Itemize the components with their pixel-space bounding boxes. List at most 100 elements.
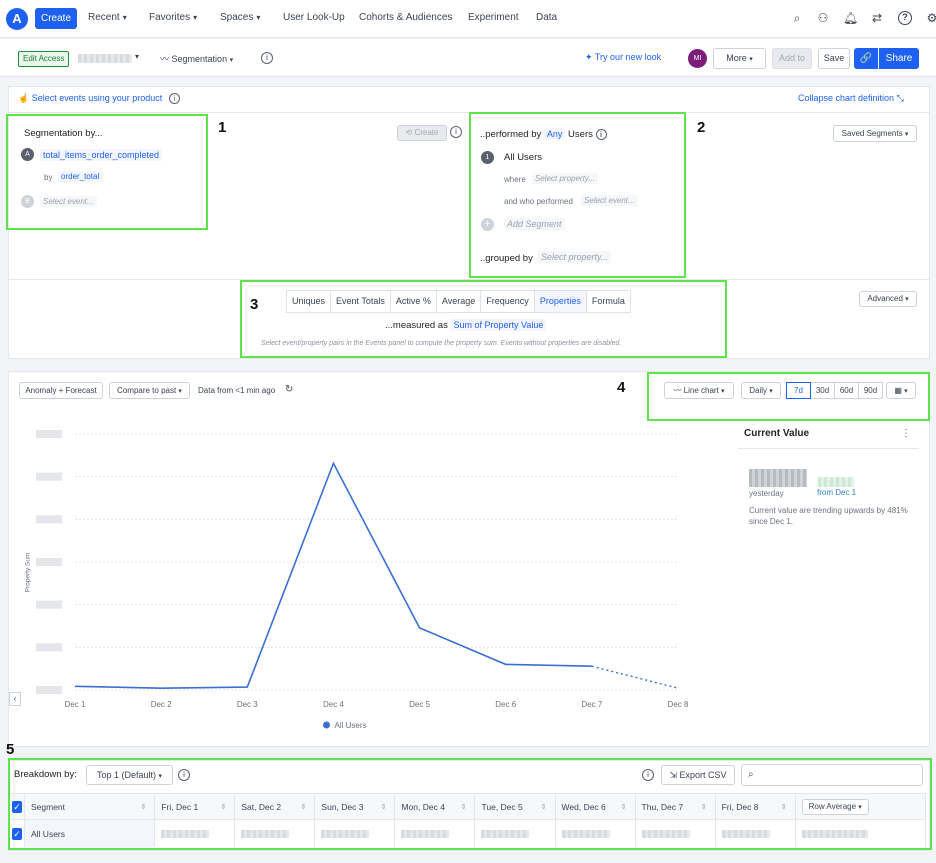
search-icon[interactable]: ⌕ — [790, 11, 804, 25]
segment-all-users[interactable]: All Users — [504, 152, 542, 163]
more-options-icon[interactable]: ⋮ — [901, 428, 911, 439]
column-header[interactable]: Segment ⇕ — [25, 794, 156, 819]
column-header[interactable]: Fri, Dec 8 ⇕ — [716, 794, 796, 819]
avatar[interactable]: MI — [688, 49, 707, 68]
tab-uniques[interactable]: Uniques — [286, 290, 332, 313]
link-icon[interactable]: 🔗 — [854, 48, 878, 69]
property-selector[interactable]: order_total — [58, 171, 103, 182]
export-csv-button[interactable]: ⇲ Export CSV — [661, 765, 735, 785]
sort-icon[interactable]: ⇕ — [541, 803, 547, 811]
create-event-button[interactable]: ⟲ Create — [397, 125, 447, 141]
nav-item-recent[interactable]: Recent ▾ — [88, 12, 127, 23]
saved-segments-button[interactable]: Saved Segments ▾ — [833, 125, 917, 142]
column-header[interactable]: Sun, Dec 3 ⇕ — [315, 794, 396, 819]
where-property-selector[interactable]: Select property... — [532, 173, 598, 184]
tab-event-totals[interactable]: Event Totals — [330, 290, 391, 313]
segment-cell: All Users — [25, 820, 156, 847]
report-name-redacted[interactable] — [78, 54, 132, 63]
info-icon[interactable]: i — [450, 126, 462, 138]
sort-icon[interactable]: ⇕ — [461, 803, 467, 811]
anomaly-forecast-button[interactable]: Anomaly + Forecast — [19, 382, 103, 399]
row-checkbox[interactable]: ✓ — [12, 827, 22, 840]
sort-icon[interactable]: ⇕ — [781, 803, 787, 811]
column-header[interactable]: Wed, Dec 6 ⇕ — [556, 794, 636, 819]
sort-icon[interactable]: ⇕ — [221, 803, 227, 811]
column-header[interactable]: Mon, Dec 4 ⇕ — [395, 794, 476, 819]
bell-icon[interactable]: 🔔︎ — [843, 11, 858, 25]
info-icon[interactable]: i — [261, 52, 273, 64]
calendar-button[interactable]: ▦ ▾ — [886, 382, 916, 399]
add-to-button[interactable]: Add to — [772, 48, 812, 69]
nav-item-experiment[interactable]: Experiment — [468, 12, 519, 23]
segmentation-menu[interactable]: 〰 Segmentation ▾ — [160, 52, 233, 65]
swap-icon[interactable]: ⇄ — [870, 11, 884, 25]
info-icon[interactable]: i — [178, 769, 190, 781]
amplitude-logo[interactable]: A — [6, 8, 28, 30]
edit-access-badge[interactable]: Edit Access — [18, 51, 70, 67]
value-redacted — [321, 829, 370, 838]
column-header[interactable]: Fri, Dec 1 ⇕ — [155, 794, 236, 819]
range-button-90d[interactable]: 90d — [858, 382, 883, 399]
hand-icon: ☝ — [18, 93, 30, 103]
tab-active-[interactable]: Active % — [389, 290, 437, 313]
column-header[interactable]: Row Average ▾ — [796, 794, 926, 819]
sort-icon[interactable]: ⇕ — [301, 803, 307, 811]
more-button[interactable]: More ▾ — [713, 48, 766, 69]
info-icon[interactable]: i — [642, 769, 654, 781]
chart-icon[interactable]: ⚇ — [816, 11, 830, 25]
grouped-by-selector[interactable]: Select property... — [538, 251, 612, 263]
info-icon[interactable]: i — [595, 129, 607, 140]
select-events-link[interactable]: ☝ Select events using your product i — [18, 93, 180, 104]
column-header[interactable]: Sat, Dec 2 ⇕ — [235, 794, 316, 819]
collapse-chart-definition[interactable]: Collapse chart definition ⤡ — [798, 93, 904, 104]
chevron-down-icon[interactable]: ▾ — [135, 52, 139, 61]
settings-icon[interactable]: ⚙ — [925, 11, 936, 25]
help-icon[interactable]: ? — [898, 11, 912, 25]
tab-average[interactable]: Average — [435, 290, 482, 313]
sort-icon[interactable]: ⇕ — [140, 803, 146, 811]
nav-item-favorites[interactable]: Favorites ▾ — [149, 12, 197, 23]
try-new-look-link[interactable]: ✦ Try our new look — [585, 52, 661, 63]
column-header[interactable]: Tue, Dec 5 ⇕ — [475, 794, 556, 819]
legend-label[interactable]: All Users — [335, 721, 367, 730]
create-button[interactable]: Create — [35, 8, 77, 29]
any-selector[interactable]: Any — [543, 128, 566, 140]
tab-properties[interactable]: Properties — [533, 290, 587, 313]
performed-event-selector[interactable]: Select event... — [581, 195, 638, 206]
range-button-7d[interactable]: 7d — [786, 382, 811, 399]
add-segment-button[interactable]: Add Segment — [504, 218, 565, 230]
range-button-30d[interactable]: 30d — [810, 382, 835, 399]
select-all-checkbox[interactable]: ✓ — [12, 800, 22, 813]
info-icon[interactable]: i — [168, 93, 180, 104]
tab-formula[interactable]: Formula — [585, 290, 631, 313]
sort-icon[interactable]: ⇕ — [381, 803, 387, 811]
advanced-button[interactable]: Advanced ▾ — [859, 291, 917, 307]
row-average-select[interactable]: Row Average ▾ — [801, 798, 869, 815]
compare-to-past-button[interactable]: Compare to past ▾ — [109, 382, 190, 399]
event-b-selector[interactable]: Select event... — [40, 196, 97, 207]
sort-icon[interactable]: ⇕ — [621, 803, 627, 811]
range-button-60d[interactable]: 60d — [834, 382, 859, 399]
column-header-label: Fri, Dec 8 — [721, 801, 759, 812]
refresh-icon[interactable]: ↻ — [285, 384, 293, 395]
event-a-selector[interactable]: total_items_order_completed — [40, 149, 163, 161]
sort-icon[interactable]: ⇕ — [701, 803, 707, 811]
breakdown-search-input[interactable]: ⌕ — [741, 764, 923, 786]
measured-as-selector[interactable]: Sum of Property Value — [450, 319, 547, 331]
breakdown-top-select[interactable]: Top 1 (Default) ▾ — [86, 765, 173, 785]
create-event-label: Create — [414, 128, 439, 137]
add-icon[interactable]: + — [481, 218, 494, 231]
save-button[interactable]: Save — [818, 48, 850, 69]
and-who-performed-label: and who performed — [504, 197, 573, 206]
column-header[interactable]: Thu, Dec 7 ⇕ — [636, 794, 716, 819]
interval-select[interactable]: Daily ▾ — [741, 382, 781, 399]
tab-frequency[interactable]: Frequency — [480, 290, 535, 313]
nav-item-user-look-up[interactable]: User Look-Up — [283, 12, 345, 23]
nav-item-data[interactable]: Data — [536, 12, 557, 23]
share-button[interactable]: Share — [879, 48, 919, 69]
nav-item-spaces[interactable]: Spaces ▾ — [220, 12, 260, 23]
nav-item-cohorts-audiences[interactable]: Cohorts & Audiences — [359, 12, 452, 23]
trend-icon: 〰 — [160, 54, 170, 64]
scroll-left-button[interactable]: ‹ — [9, 692, 21, 706]
line-chart-select[interactable]: 〰 Line chart ▾ — [664, 382, 734, 399]
